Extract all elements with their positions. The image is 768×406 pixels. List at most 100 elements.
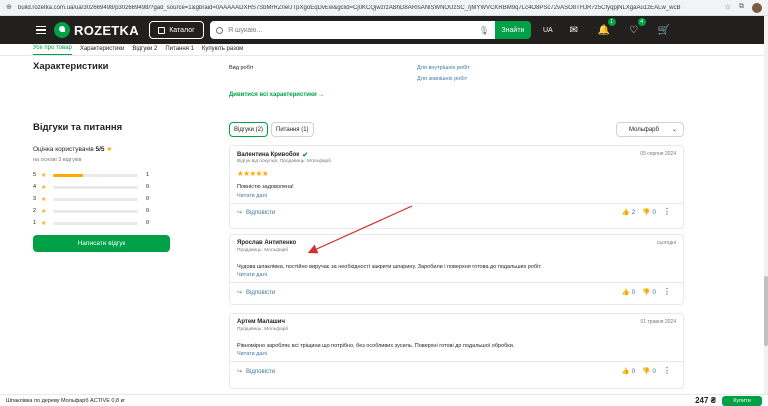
- scrollbar-thumb[interactable]: [764, 276, 768, 346]
- thumbs-up-icon: 👍: [621, 289, 630, 296]
- star-icon: ★: [41, 172, 47, 179]
- rating-distribution-row: 1 ★ 0: [33, 219, 163, 227]
- menu-burger-icon[interactable]: [36, 25, 46, 35]
- reply-label: Відповісти: [246, 368, 276, 375]
- like-button[interactable]: 👍 0: [621, 367, 636, 376]
- review-author: Артем Малашич: [237, 319, 285, 325]
- rating-distribution-row: 2 ★ 0: [33, 207, 163, 215]
- sticky-product-title: Шпаклівка по дереву Мольфарб ACTIVE 0,8 …: [6, 397, 125, 404]
- tab-reviews[interactable]: Відгуки 2: [132, 46, 157, 55]
- tab-all-about-product[interactable]: Усе про товар: [33, 45, 72, 55]
- microphone-icon[interactable]: 🎙: [479, 26, 489, 35]
- seller-filter-select[interactable]: Мольфарб ⌄: [616, 122, 684, 137]
- thumbs-down-icon: 👎: [642, 368, 651, 375]
- site-info-icon[interactable]: ⊕: [6, 4, 14, 12]
- notifications-bell-icon[interactable]: 🔔 1: [597, 18, 616, 37]
- page-scrollbar[interactable]: [764, 16, 768, 394]
- product-tabs: Усе про товар Характеристики Відгуки 2 П…: [0, 44, 768, 56]
- review-meta: Продавець: Мольфарб: [237, 327, 289, 332]
- rating-distribution-row: 5 ★ 1: [33, 171, 163, 179]
- questions-filter-chip[interactable]: Питання (1): [271, 122, 314, 137]
- more-options-icon[interactable]: ⋮: [663, 367, 671, 375]
- distribution-stars: 4: [33, 184, 37, 190]
- rozetka-logo[interactable]: ROZETKA: [54, 22, 139, 38]
- divider: [230, 361, 683, 362]
- characteristics-heading: Характеристики: [33, 61, 109, 72]
- sticky-price: 247 ₴: [695, 396, 716, 405]
- rozetka-logo-mark-icon: [54, 22, 70, 38]
- catalog-button[interactable]: Каталог: [148, 21, 204, 39]
- review-author: Ярослав Антипенко: [237, 240, 296, 246]
- like-count: 0: [631, 367, 636, 375]
- like-button[interactable]: 👍 2: [622, 208, 636, 217]
- distribution-count: 0: [146, 220, 150, 226]
- divider: [230, 282, 683, 283]
- catalog-grid-icon: [158, 26, 166, 34]
- user-rating: Оцінка користувачів 5/5 ★: [33, 145, 112, 153]
- reply-arrow-icon: ↪: [237, 290, 243, 296]
- extensions-icon[interactable]: ⧉: [739, 3, 744, 13]
- dislike-button[interactable]: 👎 0: [642, 367, 656, 376]
- distribution-count: 0: [146, 184, 150, 190]
- review-author-name: Валентина Кривобок: [237, 152, 300, 158]
- wishlist-heart-icon[interactable]: ♡ 4: [627, 18, 646, 37]
- star-icon: ★: [41, 220, 47, 227]
- review-author: Валентина Кривобок ✔: [237, 151, 308, 159]
- profile-avatar[interactable]: [752, 2, 762, 13]
- dislike-button[interactable]: 👎 0: [642, 288, 656, 297]
- thumbs-down-icon: 👎: [642, 289, 651, 296]
- buy-button[interactable]: Купити: [722, 395, 762, 406]
- dislike-count: 0: [652, 288, 656, 296]
- browser-address-bar: ⊕ build.rozetka.com.ua/ua/302669498/p302…: [0, 0, 768, 16]
- tab-characteristics[interactable]: Характеристики: [80, 46, 125, 55]
- cart-icon[interactable]: 🛒: [657, 23, 671, 37]
- characteristic-label: Вид робіт: [229, 65, 254, 71]
- reply-label: Відповісти: [246, 289, 276, 296]
- review-text: Чудова шпаклівка, постійно виручає за не…: [237, 264, 542, 270]
- star-icon: ★: [41, 208, 47, 215]
- distribution-stars: 5: [33, 172, 37, 178]
- browser-actions: ☆ ⧉: [725, 2, 762, 13]
- review-meta: Відгук від покупця. Продавець: Мольфарб: [237, 159, 331, 164]
- reviews-filter-chip[interactable]: Відгуки (2): [229, 122, 269, 137]
- all-characteristics-link[interactable]: Дивитися всі характеристики →: [229, 92, 324, 98]
- search-input[interactable]: [227, 26, 474, 34]
- search-box: 🎙: [209, 21, 495, 39]
- read-more-link[interactable]: Читати далі: [237, 193, 267, 199]
- read-more-link[interactable]: Читати далі: [237, 272, 267, 278]
- review-card: Валентина Кривобок ✔ 05 серпня 2024 Відг…: [229, 145, 684, 229]
- url-field[interactable]: build.rozetka.com.ua/ua/302669498/p30266…: [18, 5, 725, 11]
- more-options-icon[interactable]: ⋮: [663, 288, 671, 296]
- wishlist-badge: 4: [637, 18, 646, 26]
- review-text: Повністю задоволена!: [237, 184, 294, 190]
- tab-bought-together[interactable]: Купують разом: [202, 46, 243, 55]
- like-button[interactable]: 👍 0: [621, 288, 636, 297]
- reply-button[interactable]: ↪ Відповісти: [237, 368, 276, 376]
- review-date: 01 травня 2024: [640, 319, 676, 325]
- distribution-stars: 3: [33, 196, 37, 202]
- notifications-badge: 1: [607, 18, 616, 26]
- write-review-button[interactable]: Написати відгук: [33, 235, 170, 252]
- like-count: 2: [631, 208, 636, 216]
- tab-questions[interactable]: Питання 1: [165, 46, 194, 55]
- search-button[interactable]: Знайти: [494, 21, 531, 39]
- language-switch[interactable]: UA: [543, 27, 553, 34]
- review-author-name: Ярослав Антипенко: [237, 240, 297, 246]
- reply-arrow-icon: ↪: [237, 210, 243, 216]
- rating-based-on: на основі 3 відгуків: [33, 157, 82, 163]
- characteristic-value-link[interactable]: Для внутрішніх робіт: [417, 65, 470, 71]
- reply-button[interactable]: ↪ Відповісти: [237, 289, 276, 297]
- rating-label: Оцінка користувачів: [33, 146, 94, 153]
- more-options-icon[interactable]: ⋮: [663, 208, 671, 216]
- verified-buyer-icon: ✔: [302, 152, 309, 159]
- chevron-down-icon: ⌄: [671, 127, 677, 133]
- characteristic-value-link[interactable]: Для зовнішніх робіт: [417, 76, 467, 82]
- thumbs-up-icon: 👍: [621, 368, 630, 375]
- bookmark-star-icon[interactable]: ☆: [725, 3, 731, 13]
- rating-value: 5/5: [95, 146, 105, 153]
- read-more-link[interactable]: Читати далі: [237, 351, 267, 357]
- distribution-bar: [53, 185, 138, 189]
- reply-button[interactable]: ↪ Відповісти: [237, 209, 275, 217]
- dislike-button[interactable]: 👎 0: [642, 208, 656, 217]
- chat-icon[interactable]: ✉: [567, 23, 581, 37]
